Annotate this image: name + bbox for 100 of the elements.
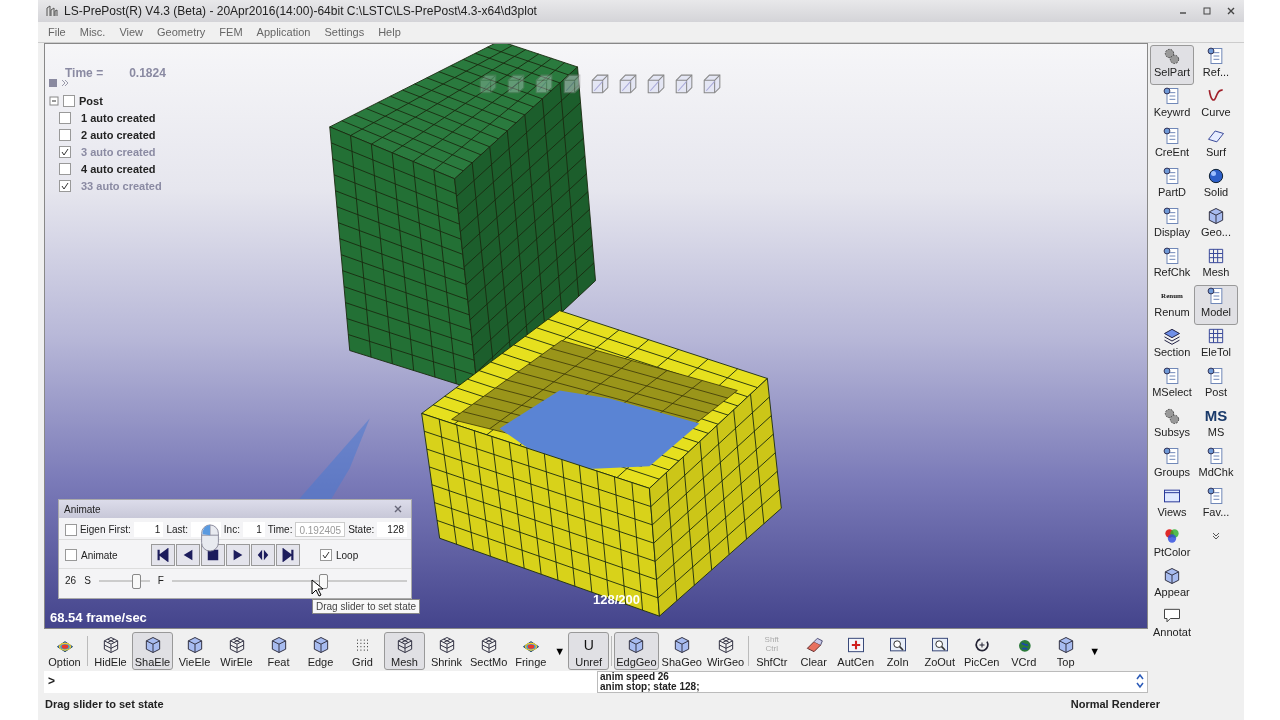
tree-checkbox[interactable] xyxy=(63,94,75,107)
toolbar-button[interactable]: WirEle xyxy=(216,632,257,671)
toolbar-button[interactable]: Clear xyxy=(793,632,835,671)
speed-slider-thumb[interactable] xyxy=(132,573,142,589)
menu-item[interactable]: Geometry xyxy=(157,26,206,38)
side-tool-button[interactable]: Annotat xyxy=(1150,605,1194,645)
app-icon xyxy=(46,5,58,17)
square-icon[interactable] xyxy=(48,78,58,88)
step-back-button[interactable] xyxy=(176,544,200,566)
tree-checkbox[interactable] xyxy=(59,162,71,175)
collapse-icon[interactable] xyxy=(49,95,59,106)
toolbar-button[interactable]: AutCen xyxy=(835,632,877,671)
toolbar-button[interactable]: Mesh xyxy=(384,632,425,671)
side-tool-button[interactable]: Appear xyxy=(1150,565,1194,605)
side-tool-button[interactable]: Curve xyxy=(1194,85,1238,125)
close-icon[interactable] xyxy=(1226,6,1236,16)
side-tool-button[interactable]: RefChk xyxy=(1150,245,1194,285)
toolbar-button[interactable]: ShaEle xyxy=(132,632,173,671)
side-tool-button[interactable]: Subsys xyxy=(1150,405,1194,445)
toolbar-button[interactable]: ZoOut xyxy=(919,632,961,671)
toolbar-button[interactable]: Grid xyxy=(342,632,383,671)
toolbar-button[interactable]: VCrd xyxy=(1003,632,1045,671)
checkbox[interactable] xyxy=(320,549,332,561)
side-tool-button[interactable]: PartD xyxy=(1150,165,1194,205)
toolbar-button[interactable]: VieEle xyxy=(174,632,215,671)
close-icon[interactable] xyxy=(393,504,403,514)
state-field[interactable]: 128 xyxy=(377,522,407,537)
toolbar-button[interactable]: HidEle xyxy=(90,632,131,671)
scroll-arrows-icon[interactable] xyxy=(1135,672,1145,690)
toolbar-button[interactable]: EdgGeo xyxy=(614,632,659,671)
side-tool-button[interactable]: Keywrd xyxy=(1150,85,1194,125)
tree-item[interactable]: 1 auto created xyxy=(81,111,156,124)
double-chevron-down-icon[interactable] xyxy=(1211,531,1221,541)
side-tool-button[interactable]: Section xyxy=(1150,325,1194,365)
toolbar-button[interactable]: U Unref xyxy=(568,632,610,671)
side-tool-button[interactable]: SelPart xyxy=(1150,45,1194,85)
tree-checkbox[interactable] xyxy=(59,145,71,158)
side-tool-button[interactable]: Post xyxy=(1194,365,1238,405)
skip-start-icon xyxy=(155,548,171,562)
toolbar-button[interactable]: SectMo xyxy=(468,632,510,671)
side-tool-button[interactable]: MS MS xyxy=(1194,405,1238,445)
checkbox[interactable] xyxy=(65,523,77,536)
side-tool-button[interactable]: Views xyxy=(1150,485,1194,525)
menu-item[interactable]: View xyxy=(119,26,144,38)
layers-icon xyxy=(1162,326,1182,346)
toolbar-button[interactable]: Edge xyxy=(300,632,341,671)
side-tool-button[interactable]: Mesh xyxy=(1194,245,1238,285)
menu-item[interactable]: Misc. xyxy=(79,26,106,38)
bounce-icon xyxy=(255,548,271,562)
toolbar-button[interactable]: Shrink xyxy=(426,632,467,671)
first-field[interactable]: 1 xyxy=(133,522,164,537)
side-tool-button[interactable]: MSelect xyxy=(1150,365,1194,405)
tree-item[interactable]: 4 auto created xyxy=(81,162,156,175)
maximize-icon[interactable] xyxy=(1202,6,1212,16)
toolbar-button[interactable]: Option xyxy=(44,632,85,671)
side-tool-button[interactable]: Solid xyxy=(1194,165,1238,205)
toolbar-button[interactable]: Top xyxy=(1045,632,1087,671)
menu-item[interactable]: FEM xyxy=(219,26,243,38)
side-tool-button[interactable]: Groups xyxy=(1150,445,1194,485)
toolbar-button[interactable]: Feat xyxy=(258,632,299,671)
menu-item[interactable]: Help xyxy=(378,26,401,38)
toolbar-button[interactable]: ShaGeo xyxy=(659,632,704,671)
side-tool-button[interactable]: Geo... xyxy=(1194,205,1238,245)
inc-field[interactable]: 1 xyxy=(242,522,265,537)
menu-item[interactable]: Settings xyxy=(324,26,365,38)
double-chevron-icon[interactable] xyxy=(60,78,70,88)
side-tool-button[interactable]: MdChk xyxy=(1194,445,1238,485)
toolbar-button[interactable]: WirGeo xyxy=(704,632,747,671)
toolbar-button[interactable]: PicCen xyxy=(961,632,1003,671)
tree-item[interactable]: 2 auto created xyxy=(81,128,156,141)
bounce-button[interactable] xyxy=(251,544,275,566)
menu-item[interactable]: Application xyxy=(256,26,311,38)
field-label: Inc: xyxy=(223,524,240,535)
toolbar-button[interactable]: Fringe xyxy=(510,632,552,671)
dialog-title: Animate xyxy=(64,503,101,515)
side-tool-button[interactable]: PtColor xyxy=(1150,525,1194,565)
last-frame-button[interactable] xyxy=(276,544,300,566)
tree-checkbox[interactable] xyxy=(59,179,71,192)
toolbar-button[interactable]: ZoIn xyxy=(877,632,919,671)
side-tool-button[interactable]: Surf xyxy=(1194,125,1238,165)
tree-checkbox[interactable] xyxy=(59,128,71,141)
side-tool-button[interactable]: CreEnt xyxy=(1150,125,1194,165)
side-tool-button[interactable]: Ref... xyxy=(1194,45,1238,85)
checkbox[interactable] xyxy=(65,549,77,561)
play-button[interactable] xyxy=(226,544,250,566)
gear-icon xyxy=(1162,406,1182,426)
command-input[interactable]: > xyxy=(44,671,597,693)
toolbar-button[interactable]: Shft Ctrl ShfCtr xyxy=(751,632,793,671)
checkbox-label: Animate xyxy=(81,549,119,561)
tree-checkbox[interactable] xyxy=(59,111,71,124)
side-tool-button[interactable]: Model xyxy=(1194,285,1238,325)
side-tool-button[interactable]: Fav... xyxy=(1194,485,1238,525)
first-frame-button[interactable] xyxy=(151,544,175,566)
side-tool-button[interactable]: Display xyxy=(1150,205,1194,245)
text-icon: MS xyxy=(1204,406,1228,426)
side-tool-button[interactable]: EleTol xyxy=(1194,325,1238,365)
log-line: anim speed 26 xyxy=(600,672,669,682)
gear-icon xyxy=(1162,46,1182,66)
menu-item[interactable]: File xyxy=(48,26,66,38)
tree-item[interactable]: Post xyxy=(79,94,103,107)
